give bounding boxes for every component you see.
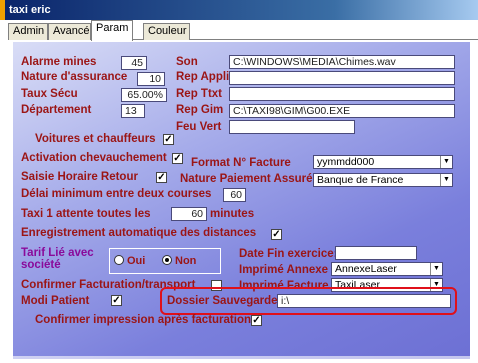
dossier-sauvegarde-input[interactable]: i:\ xyxy=(277,294,451,308)
rep-ttxt-input[interactable] xyxy=(229,87,455,101)
rep-gim-label: Rep Gim xyxy=(176,104,224,116)
confirmer-impression-label: Confirmer impression après facturation xyxy=(35,314,251,326)
son-input[interactable]: C:\WINDOWS\MEDIA\Chimes.wav xyxy=(229,55,455,69)
taux-secu-label: Taux Sécu xyxy=(21,88,78,100)
radio-oui-label: Oui xyxy=(127,255,146,267)
param-panel: Alarme mines 45 Nature d'assurance 10 Ta… xyxy=(12,41,470,359)
nature-paiement-label: Nature Paiement Assuré xyxy=(180,173,313,185)
date-fin-exercice-input[interactable] xyxy=(335,246,417,260)
tab-admin[interactable]: Admin xyxy=(8,23,48,40)
format-facture-value: yymmdd000 xyxy=(317,156,375,168)
feu-vert-label: Feu Vert xyxy=(176,121,222,133)
alarme-mines-input[interactable]: 45 xyxy=(121,56,147,70)
rep-gim-input[interactable]: C:\TAXI98\GIM\G00.EXE xyxy=(229,104,455,118)
app-window: taxi eric Admin Avancé Param Couleur Ala… xyxy=(0,0,478,363)
radio-non-dot[interactable] xyxy=(162,255,172,265)
imprime-annexe-value: AnnexeLaser xyxy=(335,263,397,275)
dossier-sauvegarde-label: Dossier Sauvegarde xyxy=(167,295,278,307)
chevron-down-icon[interactable]: ▼ xyxy=(440,174,452,186)
window-title: taxi eric xyxy=(9,4,51,16)
departement-label: Département xyxy=(21,104,92,116)
format-facture-label: Format N° Facture xyxy=(191,157,291,169)
delai-minimum-label: Délai minimum entre deux courses xyxy=(21,188,212,200)
son-label: Son xyxy=(176,56,198,68)
imprime-annexe-select[interactable]: AnnexeLaser ▼ xyxy=(331,262,443,276)
delai-minimum-input[interactable]: 60 xyxy=(223,188,246,202)
voitures-chauffeurs-checkbox[interactable]: ✓ xyxy=(163,134,174,145)
chevron-down-icon[interactable]: ▼ xyxy=(430,263,442,275)
nature-paiement-select[interactable]: Banque de France ▼ xyxy=(313,173,453,187)
imprime-annexe-label: Imprimé Annexe xyxy=(239,264,329,276)
tab-couleur[interactable]: Couleur xyxy=(143,23,190,40)
nature-assurance-input[interactable]: 10 xyxy=(137,72,165,86)
rep-ttxt-label: Rep Ttxt xyxy=(176,88,222,100)
title-bar[interactable]: taxi eric xyxy=(0,0,478,20)
radio-oui[interactable]: Oui xyxy=(114,255,145,267)
tab-strip: Admin Avancé Param Couleur xyxy=(8,20,478,41)
confirmer-impression-checkbox[interactable]: ✓ xyxy=(251,315,262,326)
modi-patient-checkbox[interactable]: ✓ xyxy=(111,295,122,306)
tarif-lie-label: Tarif Lié avec société xyxy=(21,247,94,271)
feu-vert-input[interactable] xyxy=(229,120,355,134)
voitures-chauffeurs-label: Voitures et chauffeurs xyxy=(35,133,156,145)
modi-patient-label: Modi Patient xyxy=(21,295,90,307)
alarme-mines-label: Alarme mines xyxy=(21,56,97,68)
activation-chevauchement-checkbox[interactable]: ✓ xyxy=(172,153,183,164)
radio-non-label: Non xyxy=(175,255,197,267)
departement-input[interactable]: 13 xyxy=(121,104,145,118)
panel-bottom-divider xyxy=(12,356,470,359)
nature-paiement-value: Banque de France xyxy=(317,174,404,186)
saisie-horaire-label: Saisie Horaire Retour xyxy=(21,171,138,183)
taxi-attente-unit: minutes xyxy=(210,208,255,220)
title-bar-accent xyxy=(0,0,5,20)
radio-oui-dot[interactable] xyxy=(114,255,124,265)
tab-param[interactable]: Param xyxy=(91,20,133,41)
taux-secu-input[interactable]: 65.00% xyxy=(121,88,167,102)
saisie-horaire-checkbox[interactable]: ✓ xyxy=(156,172,167,183)
tarif-radio-group: Oui Non xyxy=(109,248,221,274)
radio-non[interactable]: Non xyxy=(162,255,196,267)
enregistrement-distances-checkbox[interactable]: ✓ xyxy=(271,229,282,240)
enregistrement-distances-label: Enregistrement automatique des distances xyxy=(21,227,257,239)
taxi-attente-input[interactable]: 60 xyxy=(171,207,207,221)
format-facture-select[interactable]: yymmdd000 ▼ xyxy=(313,155,453,169)
rep-appli-label: Rep Appli xyxy=(176,71,230,83)
date-fin-exercice-label: Date Fin exercice: xyxy=(239,248,338,260)
activation-chevauchement-label: Activation chevauchement xyxy=(21,152,167,164)
chevron-down-icon[interactable]: ▼ xyxy=(440,156,452,168)
rep-appli-input[interactable] xyxy=(229,71,455,85)
nature-assurance-label: Nature d'assurance xyxy=(21,71,128,83)
taxi-attente-label: Taxi 1 attente toutes les xyxy=(21,208,151,220)
tab-avance[interactable]: Avancé xyxy=(48,23,91,40)
